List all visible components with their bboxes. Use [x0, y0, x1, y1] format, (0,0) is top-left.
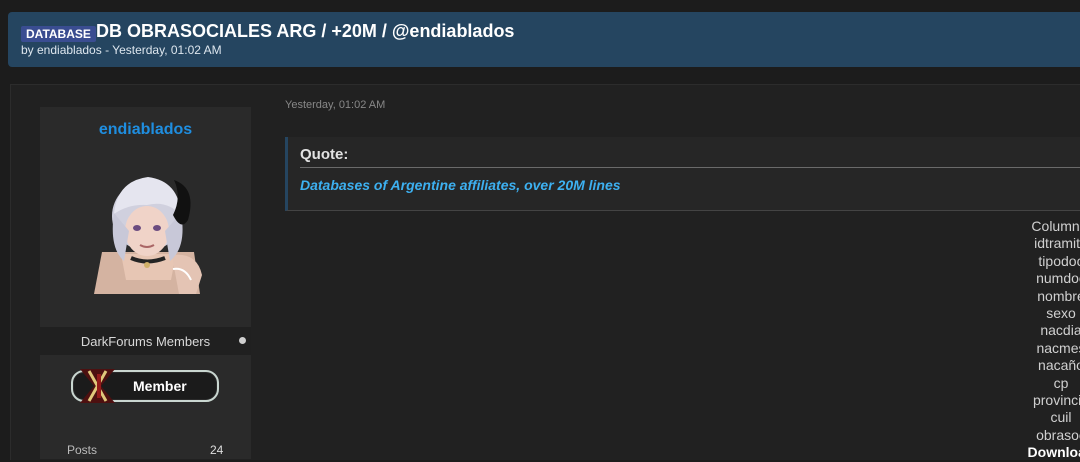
column-item: obrasoc [1036, 426, 1080, 443]
posts-label: Posts [67, 443, 98, 457]
user-group-bar: DarkForums Members [40, 327, 251, 355]
column-item: tipodoc [1038, 252, 1080, 269]
column-item: nacdia [1040, 322, 1080, 339]
rank-label: Member [133, 378, 187, 394]
post-date: Yesterday, 01:02 AM [285, 99, 386, 111]
column-item: nacmes [1036, 339, 1080, 356]
member-rank-badge: Member [71, 368, 221, 404]
thread-byline: by endiablados - Yesterday, 01:02 AM [21, 43, 222, 57]
author-profile: endiablados DarkForums Members Member Po… [40, 107, 251, 459]
quote-label: Quote: [300, 146, 349, 163]
avatar[interactable] [86, 157, 208, 297]
author-username[interactable]: endiablados [40, 121, 251, 139]
column-item: cp [1053, 374, 1069, 391]
posts-count: 24 [210, 443, 224, 457]
column-item: nacaño [1038, 357, 1080, 374]
column-item: sexo [1046, 305, 1076, 322]
column-item: numdoc [1036, 270, 1080, 287]
download-link[interactable]: Download [986, 444, 1080, 461]
status-dot-icon [239, 337, 246, 344]
thread-prefix-tag[interactable]: DATABASE [21, 26, 96, 42]
column-item: nombre [1037, 287, 1080, 304]
quote-block: Quote: Databases of Argentine affiliates… [285, 137, 1080, 211]
user-group-label: DarkForums Members [80, 334, 211, 349]
quote-divider [300, 167, 1080, 168]
columns-list: Columns: idtramite tipodoc numdoc nombre… [986, 218, 1080, 462]
columns-heading: Columns: [1031, 218, 1080, 234]
thread-title: DB OBRASOCIALES ARG / +20M / @endiablado… [96, 21, 515, 41]
column-item: provincia [1032, 392, 1080, 409]
column-item: idtramite [1034, 235, 1080, 252]
column-item: cuil [1050, 409, 1072, 426]
quote-text: Databases of Argentine affiliates, over … [300, 177, 621, 193]
thread-header: DATABASE DB OBRASOCIALES ARG / +20M / @e… [8, 12, 1080, 67]
